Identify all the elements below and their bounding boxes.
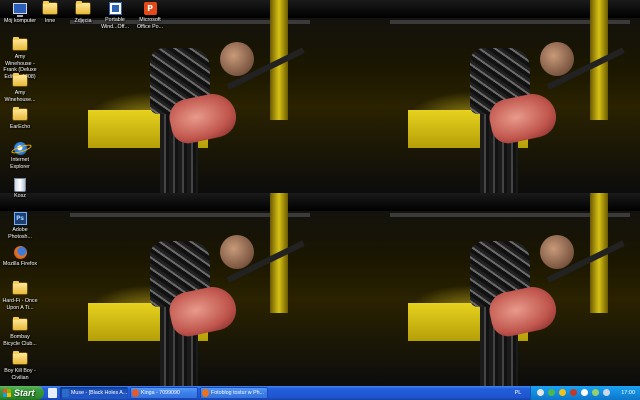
wallpaper-tile [0,193,320,386]
task-label: Kinga - 7099090 [141,390,180,396]
desktop-icon-firefox[interactable]: Mozilla Firefox [0,246,40,268]
network-icon[interactable] [548,389,555,396]
messenger-icon [132,389,139,397]
folder-icon [43,1,57,16]
desktop-icon-label: Amy Winehouse... [4,90,36,103]
desktop-icon-photoshop[interactable]: Ps Adobe Photosh... [0,212,40,240]
desktop-icon-bombay[interactable]: Bombay Bicycle Club... [0,317,40,347]
desktop-icon-label: Portable Wind...Off... [101,17,129,30]
firefox-icon [202,389,209,397]
wallpaper-tile [320,193,640,386]
desktop-icon-label: Bombay Bicycle Club... [3,334,37,347]
desktop-icon-label: Internet Explorer [10,157,30,170]
folder-icon [13,317,27,332]
desktop-icon-earecho[interactable]: EarEcho [0,107,40,131]
desktop-icon-hard-fi[interactable]: Hard-Fi - Once Upon A Ti... [0,281,40,311]
clock[interactable]: 17:00 [621,386,635,400]
folder-icon [13,351,27,366]
desktop-icon-label: Boy Kill Boy - Civilian [4,368,36,381]
volume-icon[interactable] [581,389,588,396]
desktop-icon-label: Microsoft Office Po... [136,17,164,30]
wallpaper-tile [320,0,640,193]
office-icon: P [143,2,157,15]
taskbar-button-media-player[interactable]: Muse - [Black Holes A... [60,387,128,399]
shield-icon[interactable] [559,389,566,396]
desktop-icon-office[interactable]: P Microsoft Office Po... [130,2,170,30]
desktop-icon-label: Mozilla Firefox [2,261,38,267]
desktop-icon-label: Kosz [14,193,26,199]
desktop-icon-internet-explorer[interactable]: Internet Explorer [0,142,40,170]
tray-arrow-icon[interactable] [537,389,544,396]
portable-app-icon [108,2,122,15]
task-label: Fotoblog tostur w Ph... [211,390,264,396]
desktop-wallpaper [0,0,640,386]
desktop-icon-label: Hard-Fi - Once Upon A Ti... [2,298,38,311]
usb-icon[interactable] [603,389,610,396]
desktop-icon-label: Adobe Photosh... [8,227,32,240]
start-label: Start [14,388,35,398]
folder-icon [13,107,27,122]
my-computer-icon [13,3,27,17]
internet-explorer-icon [13,142,27,155]
taskbar-button-firefox[interactable]: Fotoblog tostur w Ph... [200,387,268,399]
windows-logo-icon [3,389,11,397]
firefox-icon [13,246,27,259]
show-desktop-icon[interactable] [48,388,57,398]
folder-icon [13,37,27,52]
desktop-icon-boy-kill-boy[interactable]: Boy Kill Boy - Civilian [0,351,40,381]
recycle-bin-icon [13,178,27,192]
desktop-icon-label: EarEcho [9,124,31,130]
folder-icon [13,73,27,88]
media-player-icon [62,389,69,397]
messenger-status-icon[interactable] [592,389,599,396]
folder-icon [13,281,27,296]
security-alert-icon[interactable] [570,389,577,396]
desktop-icon-amy[interactable]: Amy Winehouse... [0,73,40,103]
task-label: Muse - [Black Holes A... [71,390,128,396]
folder-icon [76,1,90,16]
system-tray: 17:00 [530,386,640,400]
desktop-icon-recycle-bin[interactable]: Kosz [0,178,40,200]
desktop-icon-portable[interactable]: Portable Wind...Off... [95,2,135,30]
start-button[interactable]: Start [0,386,44,400]
taskbar: Start Muse - [Black Holes A... Kinga - 7… [0,386,640,400]
photoshop-icon: Ps [13,212,27,225]
language-indicator[interactable]: PL [508,386,528,400]
taskbar-button-messenger[interactable]: Kinga - 7099090 [130,387,198,399]
